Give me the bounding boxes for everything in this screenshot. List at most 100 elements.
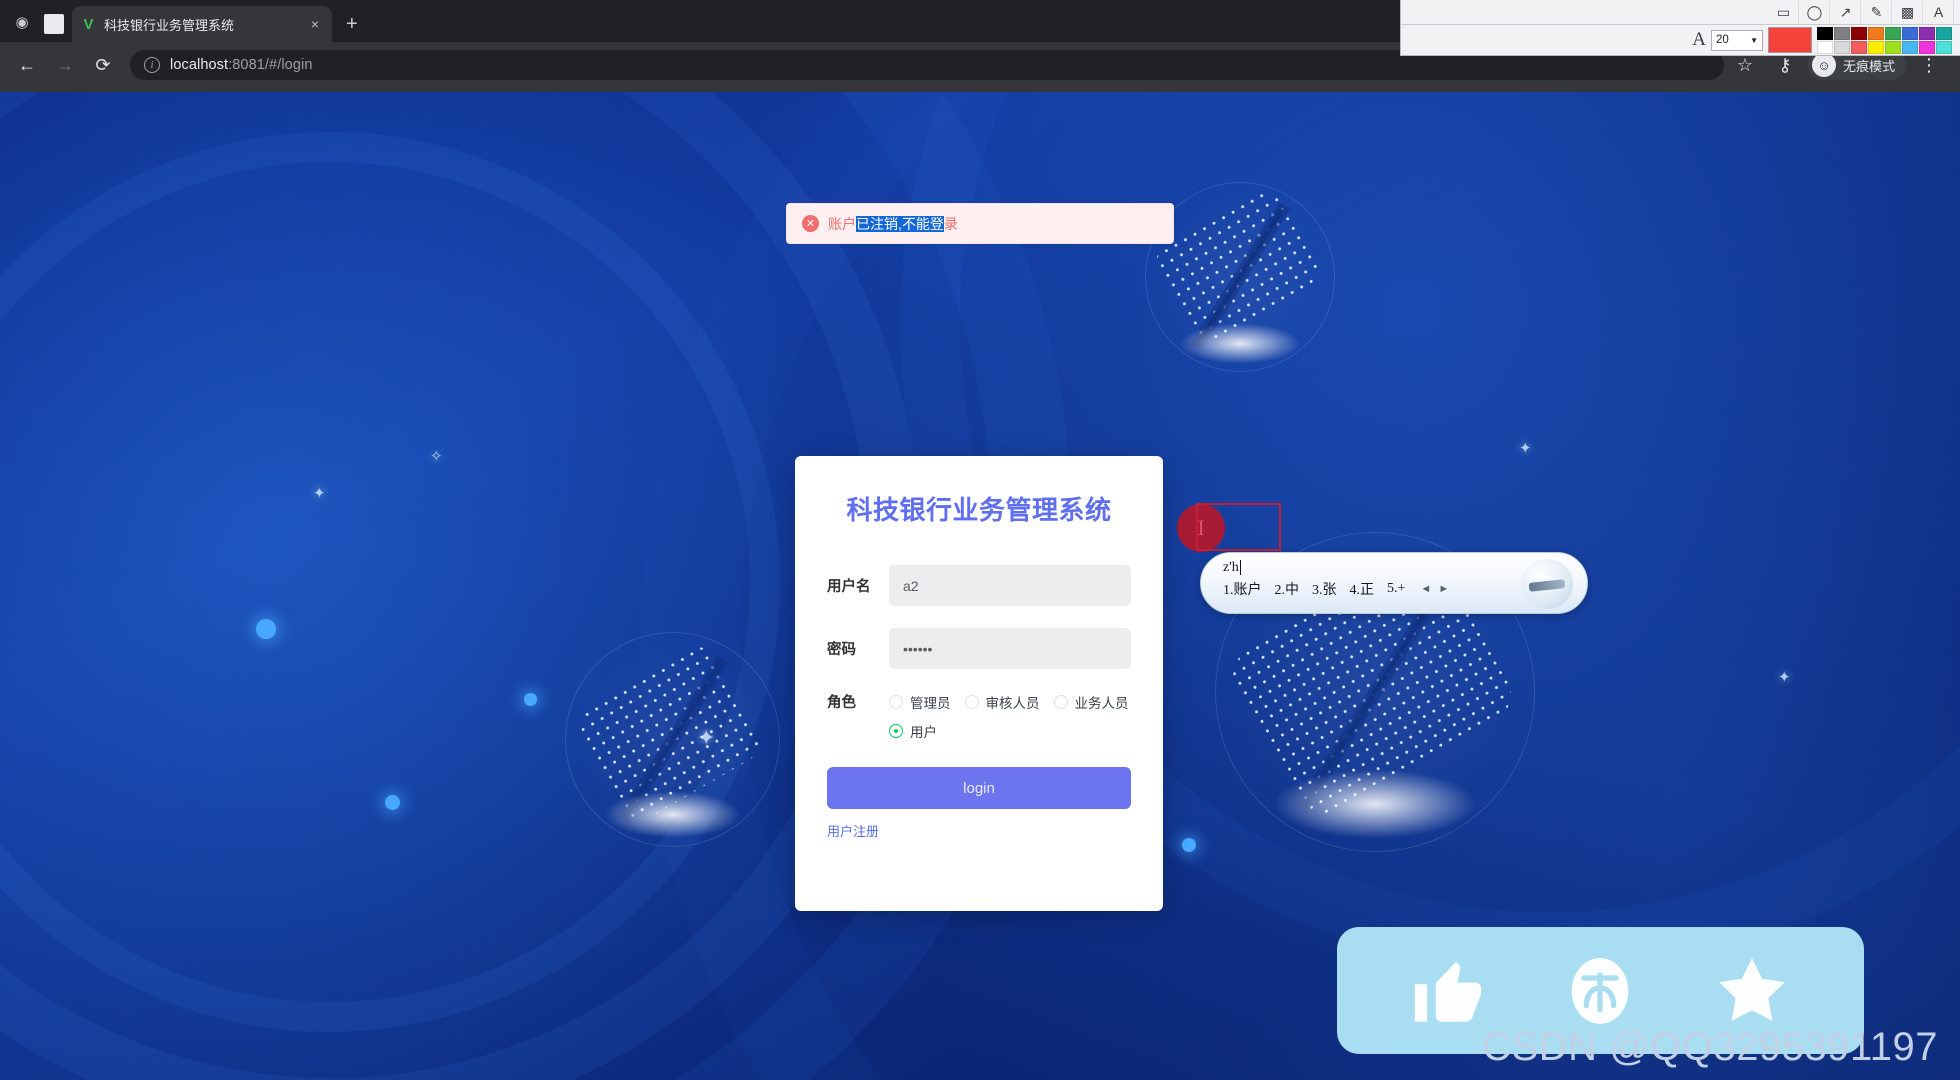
color-swatch[interactable] bbox=[1834, 26, 1850, 40]
rectangle-icon[interactable]: ▭ bbox=[1769, 0, 1799, 24]
background-spark: ✦ bbox=[697, 725, 716, 750]
annotation-rectangle bbox=[1196, 503, 1281, 551]
password-label: 密码 bbox=[827, 642, 856, 658]
color-swatch[interactable] bbox=[1817, 40, 1833, 54]
color-swatch[interactable] bbox=[1834, 40, 1850, 54]
background-dot bbox=[524, 693, 537, 706]
role-radio-label: 用户 bbox=[910, 725, 937, 740]
font-size-value: 20 bbox=[1716, 34, 1729, 46]
background-swirl bbox=[0, 132, 780, 1032]
role-radio-业务人员[interactable]: 业务人员 bbox=[1053, 692, 1129, 712]
browser-tab[interactable]: V 科技银行业务管理系统 × bbox=[72, 6, 332, 42]
font-size-select[interactable]: 20 ▼ bbox=[1711, 29, 1763, 51]
capture-tool-row: ▭ ◯ ↗ ✎ ▩ A bbox=[1400, 0, 1960, 25]
color-swatch[interactable] bbox=[1936, 40, 1952, 54]
error-toast: ✕ 账户已注销,不能登录 bbox=[786, 203, 1174, 244]
login-title: 科技银行业务管理系统 bbox=[846, 495, 1112, 525]
background-dot bbox=[1182, 838, 1196, 852]
csdn-watermark: CSDN @QQ3295391197 bbox=[1482, 1025, 1938, 1069]
username-row: 用户名 bbox=[827, 565, 1131, 606]
close-icon[interactable]: × bbox=[306, 16, 324, 32]
error-circle-icon: ✕ bbox=[802, 215, 819, 232]
color-swatch[interactable] bbox=[1902, 40, 1918, 54]
new-tab-button[interactable]: + bbox=[346, 14, 358, 34]
ime-candidate[interactable]: 5.+ bbox=[1387, 581, 1405, 597]
role-radio-label: 业务人员 bbox=[1074, 695, 1129, 711]
current-color-swatch[interactable] bbox=[1768, 27, 1812, 53]
background-dot bbox=[256, 619, 276, 639]
ime-candidate[interactable]: 4.正 bbox=[1350, 579, 1375, 599]
ime-logo-icon bbox=[1521, 559, 1573, 609]
color-swatch[interactable] bbox=[1868, 40, 1884, 54]
color-swatch[interactable] bbox=[1885, 40, 1901, 54]
color-swatch[interactable] bbox=[1902, 26, 1918, 40]
role-radio-审核人员[interactable]: 审核人员 bbox=[964, 692, 1040, 712]
register-link[interactable]: 用户注册 bbox=[827, 821, 879, 840]
login-button[interactable]: login bbox=[827, 767, 1131, 809]
login-card: 科技银行业务管理系统 用户名 密码 角色 管理员 审核人员 业务人员 用户 logi… bbox=[795, 456, 1163, 911]
role-label: 角色 bbox=[827, 695, 856, 711]
url-text: localhost:8081/#/login bbox=[170, 57, 313, 73]
coin-reward-icon[interactable] bbox=[1554, 945, 1646, 1037]
color-swatch[interactable] bbox=[1868, 26, 1884, 40]
role-radio-label: 审核人员 bbox=[985, 695, 1040, 711]
mosaic-icon[interactable]: ▩ bbox=[1893, 0, 1923, 24]
ellipse-icon[interactable]: ◯ bbox=[1800, 0, 1830, 24]
role-options-line1: 管理员 审核人员 业务人员 bbox=[889, 692, 1131, 712]
reload-icon[interactable]: ⟳ bbox=[86, 48, 120, 82]
background-dot bbox=[385, 795, 400, 810]
username-label: 用户名 bbox=[827, 579, 871, 595]
text-icon[interactable]: A bbox=[1924, 0, 1954, 24]
capture-toolbar: ▭ ◯ ↗ ✎ ▩ A A 20 ▼ bbox=[1400, 0, 1960, 56]
role-radio-label: 管理员 bbox=[910, 695, 951, 711]
role-radio-管理员[interactable]: 管理员 bbox=[889, 692, 951, 712]
color-swatch[interactable] bbox=[1919, 40, 1935, 54]
vue-logo-icon: V bbox=[83, 15, 94, 33]
browser-window: ◉ V 科技银行业务管理系统 × + ← → ⟳ i localhost:808… bbox=[0, 0, 1960, 1080]
ime-page-arrows-icon[interactable]: ◄ ► bbox=[1420, 583, 1451, 595]
browser-logo-icon: ◉ bbox=[15, 14, 29, 31]
font-letter-icon: A bbox=[1692, 29, 1706, 50]
capture-style-row: A 20 ▼ bbox=[1400, 25, 1960, 56]
background-spark: ✦ bbox=[1519, 440, 1532, 457]
color-swatch[interactable] bbox=[1851, 26, 1867, 40]
radio-bullet-icon bbox=[964, 694, 979, 709]
ime-candidate[interactable]: 2.中 bbox=[1275, 579, 1300, 599]
ime-candidate[interactable]: 3.张 bbox=[1312, 579, 1337, 599]
radio-bullet-icon bbox=[889, 694, 903, 709]
login-page: ✦ ✧ ✦ ✦ ✦ ✦ ✕ 账户已注销,不能登录 科技银行业务管理系统 用户名 … bbox=[0, 92, 1960, 1080]
username-input[interactable] bbox=[889, 565, 1131, 606]
incognito-icon: ☺ bbox=[1811, 53, 1836, 77]
star-icon[interactable] bbox=[1706, 945, 1798, 1037]
ime-candidate-window: z'h 1.账户 2.中 3.张 4.正 5.+ ◄ ► bbox=[1200, 552, 1588, 614]
info-icon[interactable]: i bbox=[144, 57, 160, 73]
tab-title: 科技银行业务管理系统 bbox=[104, 17, 235, 33]
background-spark: ✦ bbox=[313, 485, 326, 502]
incognito-label: 无痕模式 bbox=[1842, 58, 1895, 74]
arrow-icon[interactable]: ↗ bbox=[1831, 0, 1861, 24]
role-options-line2: 用户 bbox=[889, 721, 1131, 741]
background-spark: ✦ bbox=[1778, 669, 1791, 686]
decorative-sphere bbox=[565, 632, 780, 847]
tab-search-icon[interactable] bbox=[44, 14, 64, 34]
pen-icon[interactable]: ✎ bbox=[1862, 0, 1892, 24]
color-swatch[interactable] bbox=[1885, 26, 1901, 40]
background-spark: ✧ bbox=[430, 448, 443, 465]
forward-icon[interactable]: → bbox=[48, 48, 82, 82]
chevron-down-icon[interactable]: ▼ bbox=[1750, 36, 1758, 45]
role-row-2: 用户 bbox=[827, 721, 1131, 741]
radio-bullet-icon bbox=[889, 724, 903, 738]
color-swatch[interactable] bbox=[1919, 26, 1935, 40]
role-row: 角色 管理员 审核人员 业务人员 bbox=[827, 691, 1131, 712]
color-swatch[interactable] bbox=[1851, 40, 1867, 54]
password-input[interactable] bbox=[889, 628, 1131, 669]
background-swirl bbox=[0, 92, 920, 1080]
back-icon[interactable]: ← bbox=[10, 48, 44, 82]
color-swatch[interactable] bbox=[1936, 26, 1952, 40]
password-row: 密码 bbox=[827, 628, 1131, 669]
color-swatch[interactable] bbox=[1817, 26, 1833, 40]
color-palette[interactable] bbox=[1817, 26, 1952, 54]
thumbs-up-icon[interactable] bbox=[1403, 945, 1495, 1037]
ime-candidate[interactable]: 1.账户 bbox=[1223, 579, 1262, 599]
role-radio-用户[interactable]: 用户 bbox=[889, 721, 937, 741]
